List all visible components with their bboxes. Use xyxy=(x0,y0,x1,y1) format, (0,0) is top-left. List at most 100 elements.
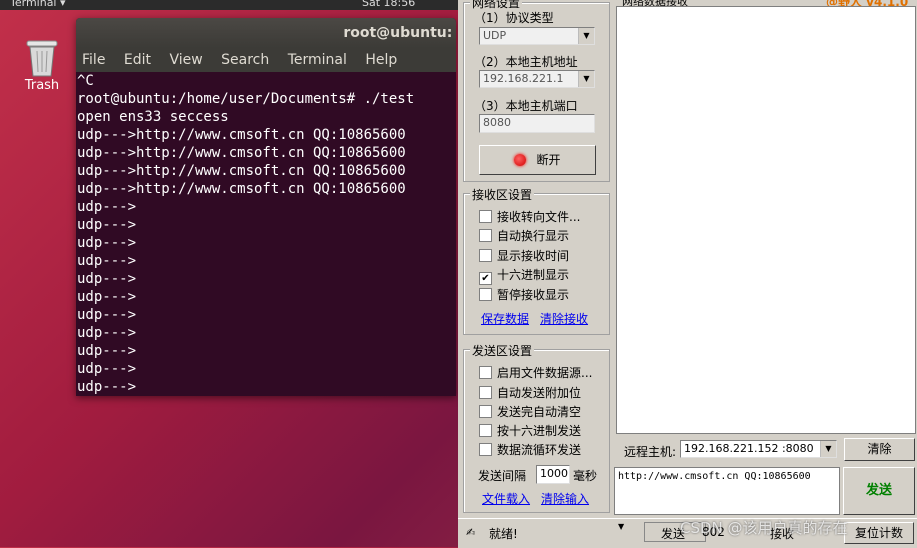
chevron-down-icon[interactable]: ▼ xyxy=(820,441,836,457)
protocol-select[interactable]: UDP ▼ xyxy=(479,27,595,45)
menu-search[interactable]: Search xyxy=(221,52,269,68)
terminal-output[interactable]: ^C root@ubuntu:/home/user/Documents# ./te… xyxy=(76,72,456,396)
desktop-trash[interactable]: Trash xyxy=(20,38,64,93)
send-settings-caption: 发送区设置 xyxy=(470,342,535,359)
menu-view[interactable]: View xyxy=(169,52,202,68)
interval-unit: 毫秒 xyxy=(573,469,598,483)
net-assistant-window: 网络设置 （1）协议类型 UDP ▼ （2）本地主机地址 192.168.221.… xyxy=(458,0,917,548)
terminal-line: udp--->http://www.cmsoft.cn QQ:10865600 xyxy=(77,163,406,179)
terminal-line: udp---> xyxy=(77,361,137,377)
pause-recv-checkbox[interactable]: 暂停接收显示 xyxy=(479,286,569,303)
checkbox-box[interactable]: ✔ xyxy=(479,272,492,285)
checkbox-box[interactable] xyxy=(479,229,492,242)
terminal-line: root@ubuntu:/home/user/Documents# ./test xyxy=(77,91,415,107)
reset-count-button[interactable]: 复位计数 xyxy=(844,522,914,544)
send-text-input[interactable]: http://www.cmsoft.cn QQ:10865600 xyxy=(614,467,840,515)
send-button[interactable]: 发送 xyxy=(843,467,915,515)
recv-data-area[interactable] xyxy=(616,6,916,434)
terminal-line: udp---> xyxy=(77,199,137,215)
status-led-icon xyxy=(514,154,527,166)
terminal-line: udp---> xyxy=(77,235,137,251)
local-addr-value: 192.168.221.1 xyxy=(483,72,564,85)
terminal-line: udp---> xyxy=(77,289,137,305)
menu-terminal[interactable]: Terminal xyxy=(288,52,347,68)
terminal-line: udp--->http://www.cmsoft.cn QQ:10865600 xyxy=(77,181,406,197)
network-settings-group: 网络设置 （1）协议类型 UDP ▼ （2）本地主机地址 192.168.221.… xyxy=(463,0,610,182)
terminal-titlebar[interactable]: root@ubuntu: /home xyxy=(76,18,456,48)
terminal-line: udp---> xyxy=(77,217,137,233)
clear-recv-link[interactable]: 清除接收 xyxy=(540,310,588,327)
active-app-menu[interactable]: Terminal ▾ xyxy=(10,0,66,8)
menu-edit[interactable]: Edit xyxy=(124,52,151,68)
terminal-line: udp---> xyxy=(77,271,137,287)
trash-icon xyxy=(25,38,59,78)
checkbox-box[interactable] xyxy=(479,424,492,437)
clear-button[interactable]: 清除 xyxy=(844,438,915,461)
send-settings-group: 发送区设置 启用文件数据源... 自动发送附加位 发送完自动清空 按十六进制发送… xyxy=(463,342,610,513)
checkbox-box[interactable] xyxy=(479,405,492,418)
terminal-line: ^C xyxy=(77,73,94,89)
recv-to-file-checkbox[interactable]: 接收转向文件... xyxy=(479,208,580,225)
remote-host-value: 192.168.221.152 :8080 xyxy=(684,442,814,455)
checkbox-box[interactable] xyxy=(479,288,492,301)
chevron-down-icon[interactable]: ▼ xyxy=(578,71,594,87)
terminal-line: udp--->http://www.cmsoft.cn QQ:10865600 xyxy=(77,145,406,161)
ready-icon: ✍ xyxy=(466,526,476,539)
terminal-line: open ens33 seccess xyxy=(77,109,229,125)
local-addr-label: （2）本地主机地址 xyxy=(474,55,578,69)
file-load-link[interactable]: 文件载入 xyxy=(482,490,530,507)
checkbox-label: 暂停接收显示 xyxy=(497,288,570,302)
show-recv-time-checkbox[interactable]: 显示接收时间 xyxy=(479,247,569,264)
interval-input[interactable]: 1000 xyxy=(536,465,570,484)
hex-send-checkbox[interactable]: 按十六进制发送 xyxy=(479,422,581,439)
auto-wrap-checkbox[interactable]: 自动换行显示 xyxy=(479,227,569,244)
checkbox-label: 数据流循环发送 xyxy=(497,443,582,457)
checkbox-label: 发送完自动清空 xyxy=(497,405,582,419)
checkbox-label: 自动换行显示 xyxy=(497,229,570,243)
terminal-line: udp--->http://www.cmsoft.cn QQ:10865600 xyxy=(77,127,406,143)
terminal-window[interactable]: root@ubuntu: /home File Edit View Search… xyxy=(76,18,456,396)
protocol-value: UDP xyxy=(483,29,507,42)
disconnect-button[interactable]: 断开 xyxy=(479,145,596,175)
checkbox-box[interactable] xyxy=(479,366,492,379)
clear-input-link[interactable]: 清除输入 xyxy=(541,490,589,507)
append-bits-checkbox[interactable]: 自动发送附加位 xyxy=(479,384,581,401)
protocol-label: （1）协议类型 xyxy=(474,11,554,25)
save-data-link[interactable]: 保存数据 xyxy=(481,310,529,327)
recv-settings-group: 接收区设置 接收转向文件... 自动换行显示 显示接收时间 ✔ 十六进制显示 暂停… xyxy=(463,186,610,335)
file-source-checkbox[interactable]: 启用文件数据源... xyxy=(479,364,592,381)
checkbox-box[interactable] xyxy=(479,249,492,262)
terminal-line: udp---> xyxy=(77,253,137,269)
status-ready: 就绪! xyxy=(489,527,518,541)
remote-host-select[interactable]: 192.168.221.152 :8080 ▼ xyxy=(680,440,837,458)
disconnect-label: 断开 xyxy=(536,153,561,167)
checkbox-label: 按十六进制发送 xyxy=(497,424,582,438)
checkbox-box[interactable] xyxy=(479,210,492,223)
trash-label: Trash xyxy=(24,78,60,93)
remote-host-label: 远程主机: xyxy=(624,445,677,459)
watermark: CSDN @该用户真的存在 xyxy=(680,519,848,537)
auto-clear-checkbox[interactable]: 发送完自动清空 xyxy=(479,403,581,420)
loop-send-checkbox[interactable]: 数据流循环发送 xyxy=(479,441,581,458)
checkbox-label: 十六进制显示 xyxy=(497,268,570,282)
hex-display-checkbox[interactable]: ✔ 十六进制显示 xyxy=(479,266,569,285)
local-addr-select[interactable]: 192.168.221.1 ▼ xyxy=(479,70,595,88)
chevron-down-icon[interactable]: ▼ xyxy=(578,28,594,44)
menu-help[interactable]: Help xyxy=(365,52,397,68)
interval-label: 发送间隔 xyxy=(478,469,527,483)
terminal-menubar: File Edit View Search Terminal Help xyxy=(76,48,456,72)
terminal-line: udp---> xyxy=(77,307,137,323)
checkbox-box[interactable] xyxy=(479,443,492,456)
recv-settings-caption: 接收区设置 xyxy=(470,186,535,203)
menu-file[interactable]: File xyxy=(82,52,105,68)
terminal-title: root@ubuntu: /home xyxy=(343,25,456,41)
local-port-label: （3）本地主机端口 xyxy=(474,99,578,113)
top-panel: Terminal ▾ Sat 18:56 xyxy=(0,0,460,10)
checkbox-box[interactable] xyxy=(479,386,492,399)
terminal-line: udp---> xyxy=(77,343,137,359)
terminal-line: udp---> xyxy=(77,379,137,395)
checkbox-label: 启用文件数据源... xyxy=(497,366,593,380)
checkbox-label: 自动发送附加位 xyxy=(497,386,582,400)
local-port-input[interactable]: 8080 xyxy=(479,114,595,133)
clock[interactable]: Sat 18:56 xyxy=(362,0,415,8)
